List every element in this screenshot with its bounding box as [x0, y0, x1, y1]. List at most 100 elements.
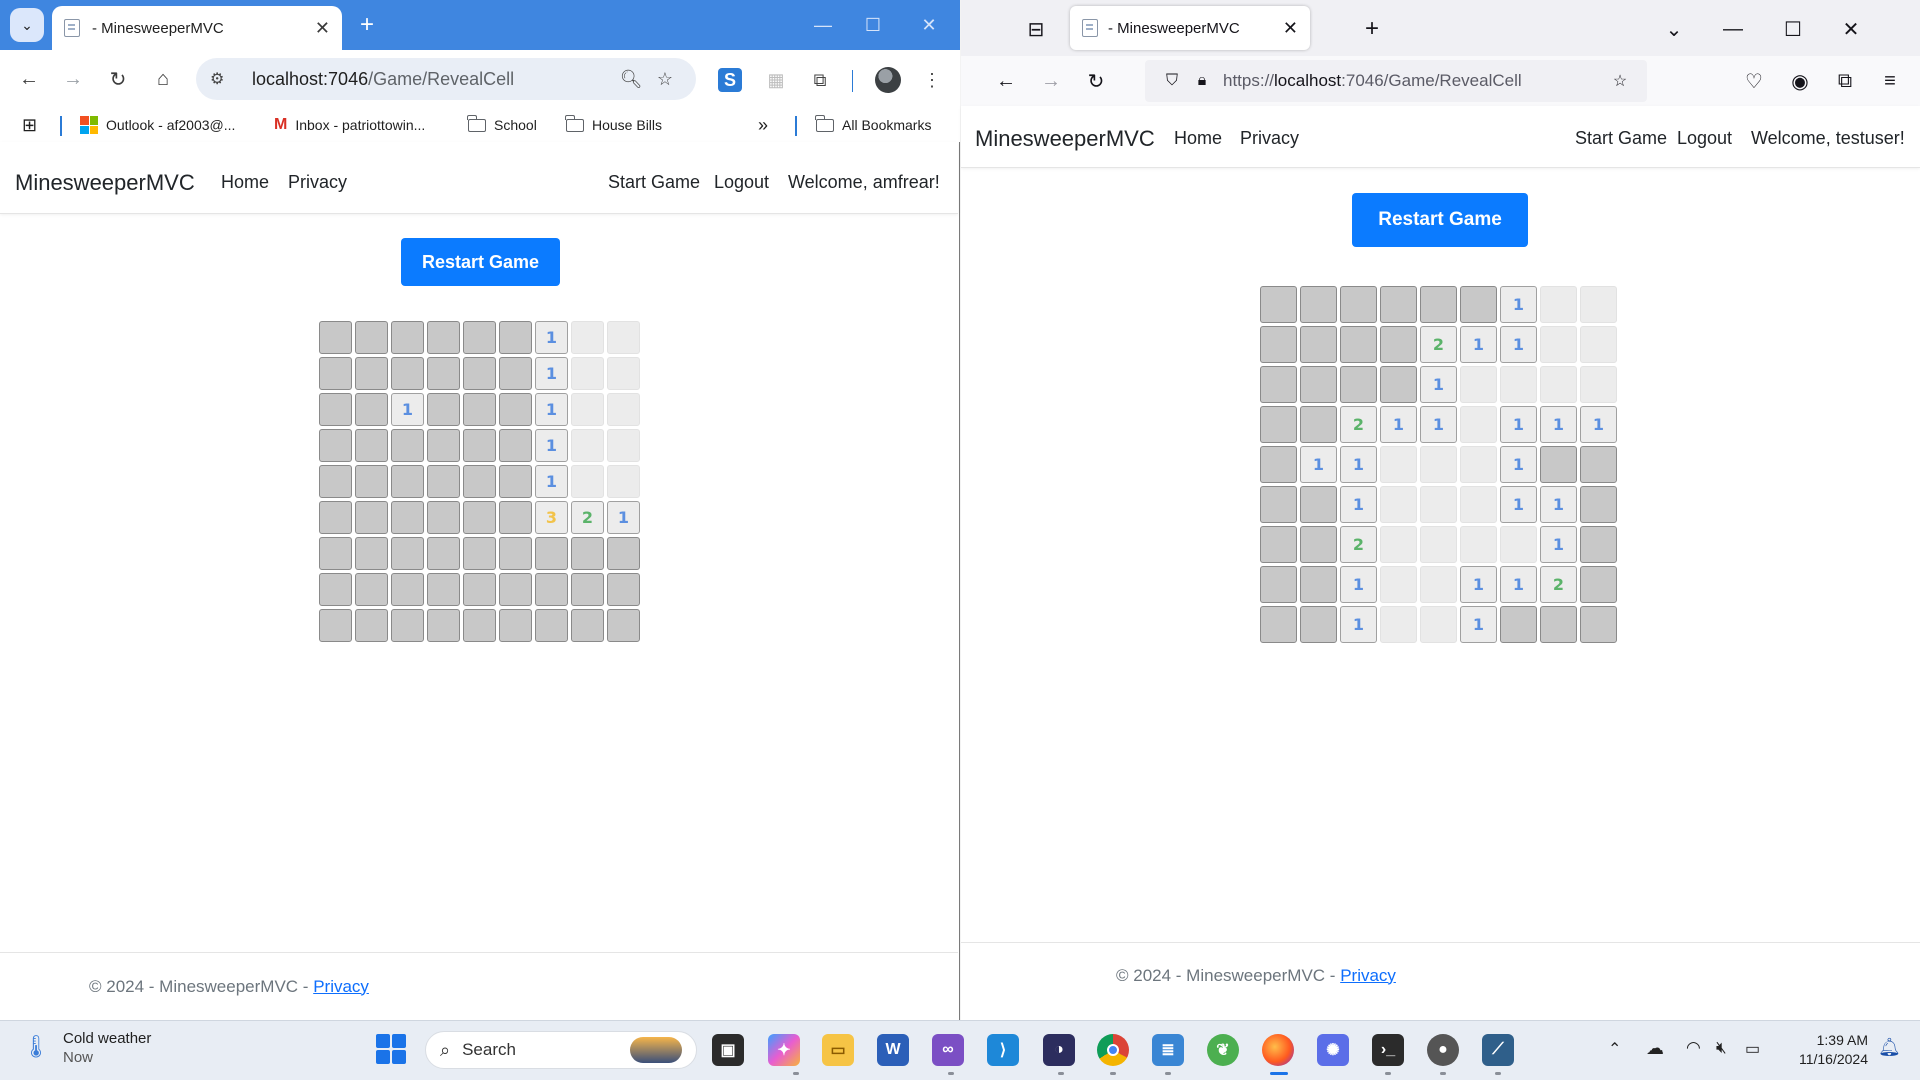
unrevealed-cell[interactable] — [427, 573, 460, 606]
task-view-icon[interactable]: ▣ — [712, 1034, 744, 1066]
copilot-icon[interactable]: ✦ — [768, 1034, 800, 1066]
number-cell[interactable]: 1 — [1340, 486, 1377, 523]
bookmark-folder-all[interactable]: All Bookmarks — [815, 114, 931, 135]
bookmark-star-icon[interactable]: ☆ — [1605, 71, 1635, 91]
nav-logout[interactable]: Logout — [714, 172, 769, 193]
settings-app-icon[interactable]: ✺ — [1317, 1034, 1349, 1066]
unrevealed-cell[interactable] — [499, 321, 532, 354]
unrevealed-cell[interactable] — [1300, 526, 1337, 563]
revealed-empty-cell[interactable] — [607, 321, 640, 354]
start-button[interactable] — [376, 1034, 406, 1064]
tab-search-button[interactable]: ⌄ — [10, 8, 44, 42]
taskbar-clock[interactable]: 1:39 AM 11/16/2024 — [1780, 1032, 1868, 1067]
unrevealed-cell[interactable] — [1260, 286, 1297, 323]
unrevealed-cell[interactable] — [463, 537, 496, 570]
bookmark-gmail[interactable]: M Inbox - patriottowin... — [274, 115, 425, 135]
firefox-view-icon[interactable]: ⊟ — [1021, 14, 1051, 44]
number-cell[interactable]: 1 — [1340, 566, 1377, 603]
unrevealed-cell[interactable] — [1300, 406, 1337, 443]
extensions-puzzle-icon[interactable]: ⧉ — [1830, 66, 1860, 96]
revealed-empty-cell[interactable] — [607, 393, 640, 426]
number-cell[interactable]: 1 — [535, 393, 568, 426]
zoom-icon[interactable]: 🔍︎ — [614, 69, 648, 90]
number-cell[interactable]: 1 — [535, 465, 568, 498]
vscode-icon[interactable]: ⟩ — [987, 1034, 1019, 1066]
unrevealed-cell[interactable] — [355, 501, 388, 534]
number-cell[interactable]: 1 — [535, 321, 568, 354]
revealed-empty-cell[interactable] — [1380, 566, 1417, 603]
reload-button[interactable]: ↻ — [1081, 66, 1111, 96]
unrevealed-cell[interactable] — [499, 501, 532, 534]
back-button[interactable]: ← — [14, 64, 44, 94]
close-tab-icon[interactable]: ✕ — [315, 18, 330, 39]
number-cell[interactable]: 1 — [1580, 406, 1617, 443]
weather-icon[interactable]: 🌡︎ — [22, 1034, 50, 1060]
unrevealed-cell[interactable] — [427, 501, 460, 534]
unrevealed-cell[interactable] — [355, 609, 388, 642]
number-cell[interactable]: 1 — [1500, 486, 1537, 523]
unrevealed-cell[interactable] — [319, 609, 352, 642]
unrevealed-cell[interactable] — [1580, 606, 1617, 643]
eclipse-icon[interactable]: ◑ — [1043, 1034, 1075, 1066]
bookmark-outlook[interactable]: Outlook - af2003@... — [80, 115, 235, 135]
address-bar[interactable]: ⛉ 🔒︎ https://localhost:7046/Game/RevealC… — [1145, 60, 1647, 102]
unrevealed-cell[interactable] — [463, 393, 496, 426]
revealed-empty-cell[interactable] — [1580, 326, 1617, 363]
revealed-empty-cell[interactable] — [1540, 326, 1577, 363]
hamburger-menu-icon[interactable]: ≡ — [1875, 66, 1905, 96]
unrevealed-cell[interactable] — [1300, 366, 1337, 403]
unrevealed-cell[interactable] — [535, 573, 568, 606]
unrevealed-cell[interactable] — [1580, 446, 1617, 483]
unrevealed-cell[interactable] — [427, 321, 460, 354]
unrevealed-cell[interactable] — [1260, 326, 1297, 363]
unrevealed-cell[interactable] — [463, 609, 496, 642]
unrevealed-cell[interactable] — [499, 537, 532, 570]
bookmark-folder-house-bills[interactable]: House Bills — [565, 114, 662, 135]
unrevealed-cell[interactable] — [319, 357, 352, 390]
restart-game-button[interactable]: Restart Game — [1352, 193, 1528, 247]
unrevealed-cell[interactable] — [427, 537, 460, 570]
footer-privacy-link[interactable]: Privacy — [313, 977, 369, 997]
revealed-empty-cell[interactable] — [1580, 286, 1617, 323]
chrome-tab[interactable]: - MinesweeperMVC ✕ — [52, 6, 342, 50]
number-cell[interactable]: 1 — [1500, 566, 1537, 603]
unrevealed-cell[interactable] — [1300, 566, 1337, 603]
number-cell[interactable]: 2 — [1340, 526, 1377, 563]
back-button[interactable]: ← — [991, 66, 1021, 96]
close-tab-icon[interactable]: ✕ — [1283, 18, 1298, 39]
revealed-empty-cell[interactable] — [571, 465, 604, 498]
number-cell[interactable]: 1 — [1420, 366, 1457, 403]
revealed-empty-cell[interactable] — [1460, 446, 1497, 483]
profile-avatar[interactable] — [875, 67, 901, 93]
unrevealed-cell[interactable] — [499, 357, 532, 390]
restart-game-button[interactable]: Restart Game — [401, 238, 560, 286]
unrevealed-cell[interactable] — [355, 465, 388, 498]
unrevealed-cell[interactable] — [355, 321, 388, 354]
unrevealed-cell[interactable] — [319, 465, 352, 498]
site-brand[interactable]: MinesweeperMVC — [15, 170, 195, 196]
unrevealed-cell[interactable] — [355, 357, 388, 390]
unrevealed-cell[interactable] — [1580, 566, 1617, 603]
revealed-empty-cell[interactable] — [1420, 446, 1457, 483]
unrevealed-cell[interactable] — [1340, 366, 1377, 403]
unrevealed-cell[interactable] — [1300, 486, 1337, 523]
revealed-empty-cell[interactable] — [1460, 526, 1497, 563]
unrevealed-cell[interactable] — [427, 357, 460, 390]
unrevealed-cell[interactable] — [391, 465, 424, 498]
terminal-icon[interactable]: ›_ — [1372, 1034, 1404, 1066]
number-cell[interactable]: 2 — [1420, 326, 1457, 363]
home-button[interactable]: ⌂ — [148, 64, 178, 94]
revealed-empty-cell[interactable] — [1500, 366, 1537, 403]
number-cell[interactable]: 1 — [1540, 406, 1577, 443]
revealed-empty-cell[interactable] — [1380, 486, 1417, 523]
new-tab-button[interactable]: + — [1357, 14, 1387, 44]
number-cell[interactable]: 1 — [1460, 566, 1497, 603]
revealed-empty-cell[interactable] — [1540, 366, 1577, 403]
revealed-empty-cell[interactable] — [1460, 486, 1497, 523]
unrevealed-cell[interactable] — [1260, 606, 1297, 643]
unrevealed-cell[interactable] — [535, 609, 568, 642]
list-tabs-chevron-icon[interactable]: ⌄ — [1659, 14, 1689, 44]
unrevealed-cell[interactable] — [319, 429, 352, 462]
unrevealed-cell[interactable] — [1260, 366, 1297, 403]
revealed-empty-cell[interactable] — [1420, 526, 1457, 563]
